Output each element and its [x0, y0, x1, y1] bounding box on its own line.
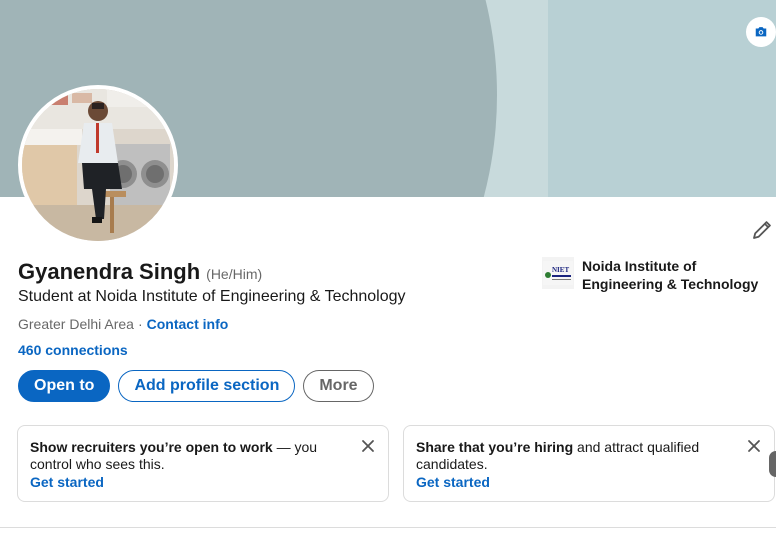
get-started-link[interactable]: Get started: [416, 474, 762, 490]
school-logo-text: NIET: [552, 266, 569, 274]
contact-info-link[interactable]: Contact info: [147, 316, 229, 332]
profile-photo[interactable]: [18, 85, 178, 245]
profile-name-row: Gyanendra Singh (He/Him): [18, 259, 262, 285]
separator: ·: [137, 316, 143, 332]
pencil-icon[interactable]: [750, 218, 774, 242]
close-icon[interactable]: [746, 438, 762, 454]
hiring-card: Share that you’re hiring and attract qua…: [403, 425, 775, 502]
profile-photo-image: [22, 89, 174, 241]
profile-name: Gyanendra Singh: [18, 259, 201, 284]
card-text: Show recruiters you’re open to work — yo…: [30, 439, 340, 473]
page-bottom: [0, 528, 776, 549]
profile-actions: Open to Add profile section More: [18, 370, 374, 402]
location: Greater Delhi Area: [18, 316, 134, 332]
more-button[interactable]: More: [303, 370, 374, 402]
school-logo: NIET: [542, 257, 574, 289]
add-profile-section-button[interactable]: Add profile section: [118, 370, 296, 402]
edit-banner-button[interactable]: [746, 17, 776, 47]
profile-headline: Student at Noida Institute of Engineerin…: [18, 288, 406, 305]
school-name: Noida Institute of Engineering & Technol…: [582, 258, 759, 292]
location-row: Greater Delhi Area · Contact info: [18, 316, 228, 332]
get-started-link[interactable]: Get started: [30, 474, 376, 490]
connections-link[interactable]: 460 connections: [18, 342, 128, 358]
education-link[interactable]: NIET Noida Institute of Engineering & Te…: [542, 257, 772, 293]
camera-icon: [755, 27, 767, 37]
card-title: Show recruiters you’re open to work: [30, 439, 273, 455]
close-icon[interactable]: [360, 438, 376, 454]
card-title: Share that you’re hiring: [416, 439, 574, 455]
open-to-work-card: Show recruiters you’re open to work — yo…: [17, 425, 389, 502]
card-text: Share that you’re hiring and attract qua…: [416, 439, 726, 473]
carousel-next-button[interactable]: [769, 451, 776, 477]
open-to-button[interactable]: Open to: [18, 370, 111, 402]
pronouns: (He/Him): [206, 266, 263, 282]
